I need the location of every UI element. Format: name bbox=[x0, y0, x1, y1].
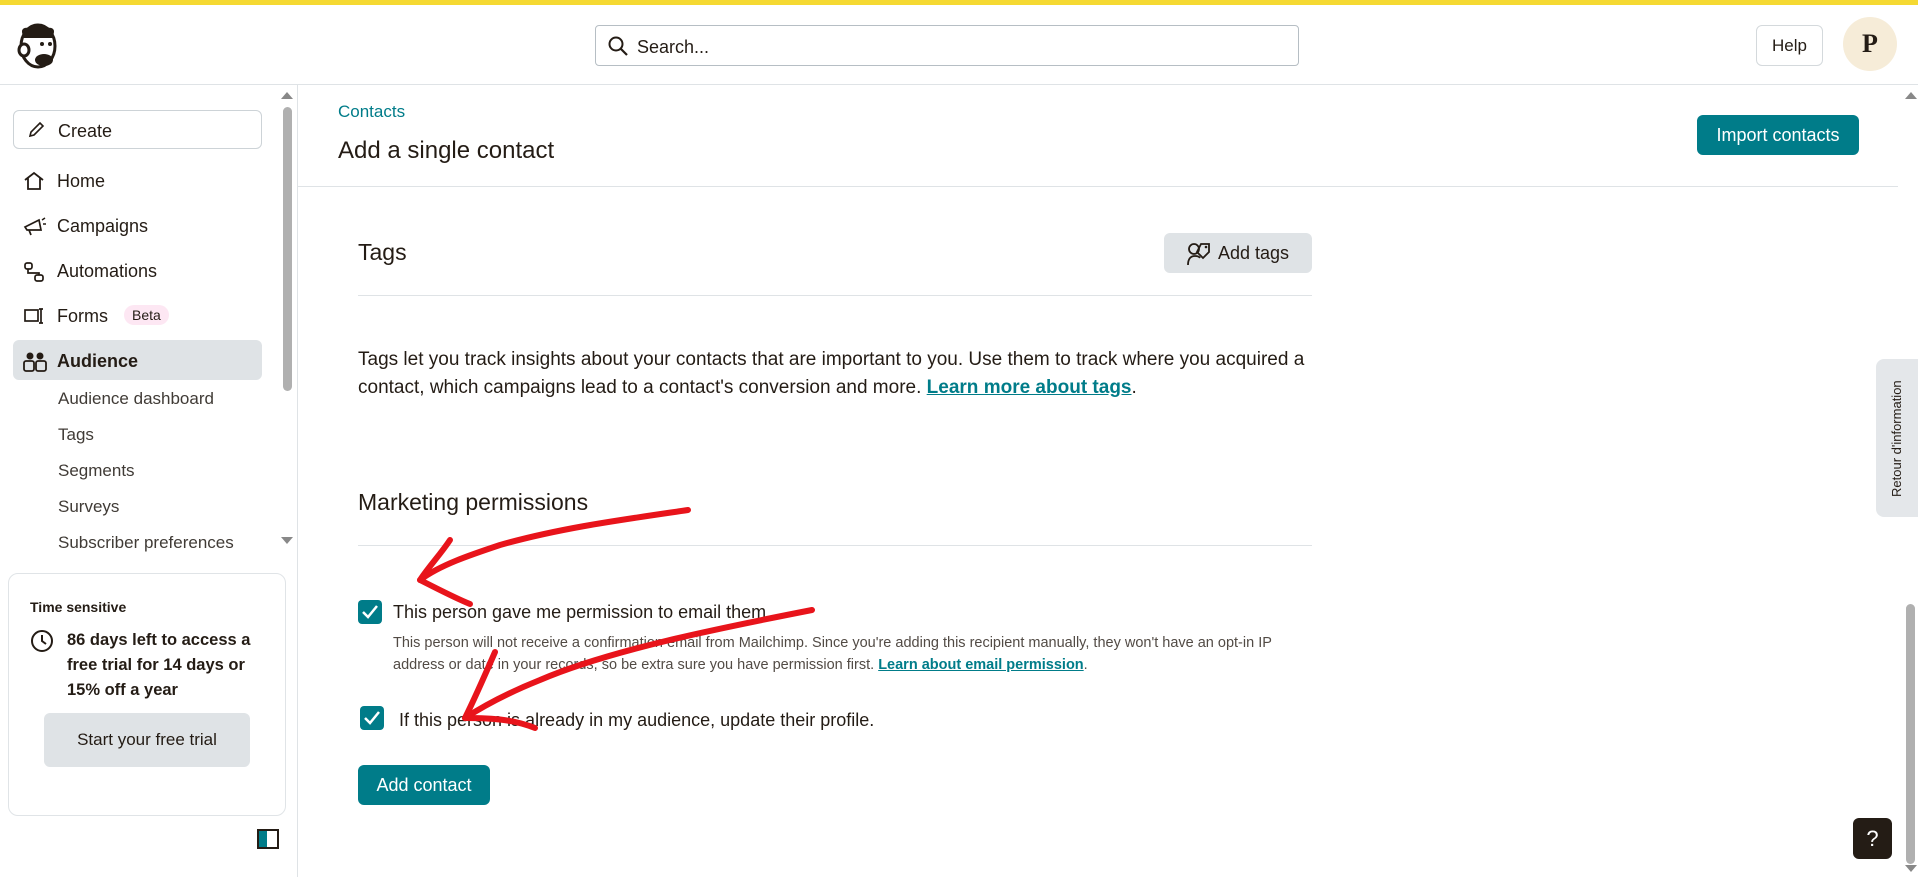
beta-badge: Beta bbox=[124, 305, 169, 325]
add-tags-button[interactable]: Add tags bbox=[1164, 233, 1312, 273]
main-scroll-down-arrow[interactable] bbox=[1905, 865, 1917, 872]
sidebar-subitem-segments[interactable]: Segments bbox=[58, 461, 135, 481]
help-button[interactable]: Help bbox=[1756, 25, 1823, 66]
add-contact-button[interactable]: Add contact bbox=[358, 765, 490, 805]
search-placeholder: Search... bbox=[637, 37, 710, 57]
main-scrollbar-thumb[interactable] bbox=[1906, 604, 1915, 864]
email-permission-checkbox[interactable] bbox=[358, 600, 382, 624]
email-permission-label[interactable]: This person gave me permission to email … bbox=[393, 602, 766, 623]
create-button[interactable]: Create bbox=[13, 110, 262, 149]
avatar[interactable]: P bbox=[1843, 17, 1897, 71]
help-fab-button[interactable]: ? bbox=[1853, 818, 1892, 859]
marketing-permissions-title: Marketing permissions bbox=[358, 489, 589, 515]
pencil-icon bbox=[28, 121, 45, 138]
update-profile-label[interactable]: If this person is already in my audience… bbox=[399, 710, 874, 731]
feedback-tab[interactable]: Retour d'information bbox=[1876, 359, 1918, 517]
tags-description: Tags let you track insights about your c… bbox=[358, 346, 1318, 402]
clock-icon bbox=[31, 630, 53, 652]
top-header: Search... Help P bbox=[0, 5, 1918, 85]
breadcrumb[interactable]: Contacts bbox=[338, 102, 405, 122]
annotation-arrow-1-head bbox=[417, 537, 473, 607]
sidebar-item-audience[interactable]: Audience bbox=[13, 340, 262, 380]
mailchimp-logo-icon[interactable] bbox=[14, 20, 62, 72]
trial-heading: Time sensitive bbox=[30, 599, 127, 615]
checkmark-icon bbox=[362, 605, 378, 619]
sidebar-subitem-surveys[interactable]: Surveys bbox=[58, 497, 119, 517]
update-profile-checkbox[interactable] bbox=[360, 706, 384, 730]
tags-description-period: . bbox=[1131, 377, 1137, 398]
megaphone-icon bbox=[23, 217, 46, 236]
sidebar-subitem-tags[interactable]: Tags bbox=[58, 425, 94, 445]
email-permission-help-text: This person will not receive a confirmat… bbox=[393, 635, 1272, 673]
feedback-tab-label: Retour d'information bbox=[1889, 380, 1904, 497]
sidebar-scroll-down-arrow[interactable] bbox=[281, 537, 293, 544]
automation-icon bbox=[24, 262, 44, 282]
tag-icon bbox=[1187, 243, 1210, 266]
trial-message: 86 days left to access a free trial for … bbox=[67, 631, 251, 699]
sidebar-item-label: Home bbox=[57, 171, 106, 191]
sidebar-item-automations[interactable]: Automations bbox=[13, 250, 262, 290]
sidebar-scrollbar-thumb[interactable] bbox=[283, 107, 292, 391]
learn-more-tags-link[interactable]: Learn more about tags bbox=[927, 377, 1132, 398]
email-permission-help: This person will not receive a confirmat… bbox=[393, 635, 1272, 673]
sidebar-subitem-audience-dashboard[interactable]: Audience dashboard bbox=[58, 389, 214, 409]
sidebar-item-label: Campaigns bbox=[57, 216, 149, 236]
permissions-divider bbox=[358, 545, 1312, 546]
sidebar-item-home[interactable]: Home bbox=[13, 160, 262, 200]
home-icon bbox=[24, 171, 44, 190]
sidebar: Create Home Campaigns Automations Forms … bbox=[0, 85, 298, 877]
sidebar-item-label: Automations bbox=[57, 261, 158, 281]
sidebar-item-label: Audience bbox=[57, 351, 139, 371]
trial-card: Time sensitive 86 days left to access a … bbox=[8, 573, 286, 816]
checkmark-icon bbox=[364, 711, 380, 725]
page-title: Add a single contact bbox=[338, 137, 555, 164]
sidebar-item-campaigns[interactable]: Campaigns bbox=[13, 205, 262, 245]
learn-email-permission-link[interactable]: Learn about email permission bbox=[878, 657, 1083, 673]
sidebar-item-forms[interactable]: Forms Beta bbox=[13, 295, 262, 335]
add-tags-label: Add tags bbox=[1218, 243, 1290, 263]
collapse-sidebar-icon[interactable] bbox=[257, 829, 279, 849]
main-scroll-up-arrow[interactable] bbox=[1905, 92, 1917, 99]
sidebar-subitem-subscriber-preferences[interactable]: Subscriber preferences bbox=[58, 533, 234, 553]
form-icon bbox=[24, 308, 43, 324]
search-icon bbox=[608, 36, 628, 56]
create-label: Create bbox=[58, 121, 113, 141]
tags-section-title: Tags bbox=[358, 239, 407, 265]
page-header: Contacts Add a single contact Import con… bbox=[298, 85, 1898, 187]
sidebar-item-label: Forms bbox=[57, 306, 108, 326]
sidebar-scroll-up-arrow[interactable] bbox=[281, 92, 293, 99]
start-free-trial-button[interactable]: Start your free trial bbox=[44, 713, 250, 767]
tags-description-text: Tags let you track insights about your c… bbox=[358, 349, 1305, 398]
audience-icon bbox=[23, 352, 47, 372]
import-contacts-button[interactable]: Import contacts bbox=[1697, 115, 1859, 155]
search-input[interactable]: Search... bbox=[595, 25, 1299, 66]
tags-divider bbox=[358, 295, 1312, 296]
